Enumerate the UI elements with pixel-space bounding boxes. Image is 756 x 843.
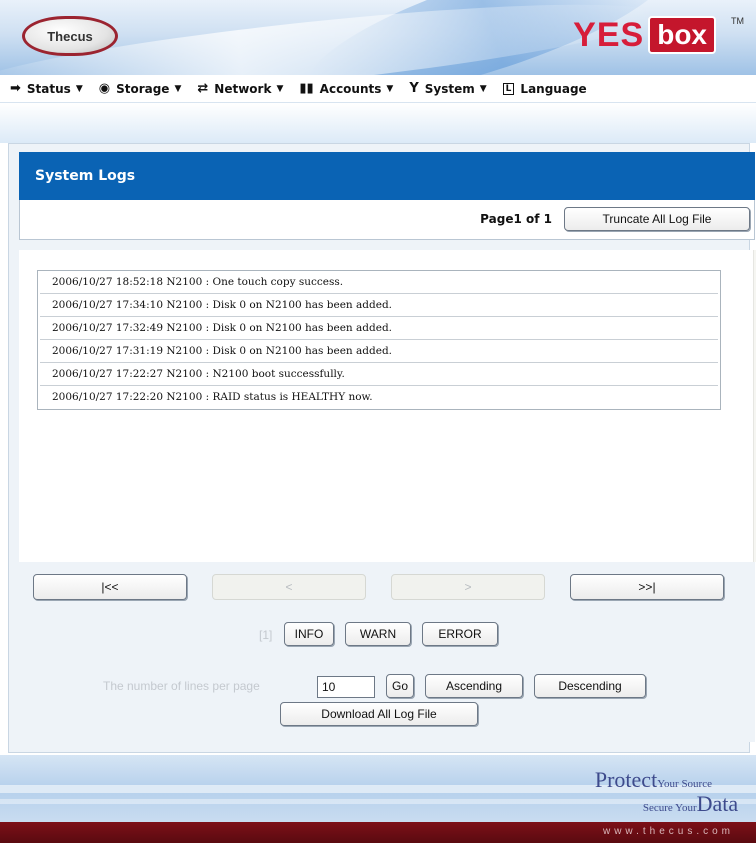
- trademark: TM: [731, 16, 744, 26]
- thecus-logo: Thecus: [22, 16, 118, 56]
- system-tools-icon: Y: [409, 81, 419, 96]
- brand-yes: YES: [573, 16, 645, 54]
- menu-system[interactable]: Y System ▼: [409, 81, 486, 96]
- go-button[interactable]: Go: [386, 674, 414, 698]
- log-row: 2006/10/27 17:32:49 N2100 : Disk 0 on N2…: [40, 317, 718, 340]
- last-page-button[interactable]: >>|: [570, 574, 724, 600]
- sub-toolbar: [0, 103, 756, 143]
- footer-tagline: ProtectYour Source Secure YourData: [594, 767, 738, 816]
- menu-language[interactable]: L Language: [502, 81, 587, 96]
- info-filter-button[interactable]: INFO: [284, 622, 334, 646]
- menu-storage-label: Storage: [116, 81, 170, 96]
- lines-per-page-label: The number of lines per page: [103, 679, 260, 693]
- log-navigation: |<< < > >>| [1] INFO WARN ERROR The numb…: [19, 562, 755, 742]
- log-scroll-area[interactable]: 2006/10/27 18:52:18 N2100 : One touch co…: [19, 250, 756, 562]
- caret-down-icon: ▼: [479, 83, 487, 94]
- menu-language-label: Language: [520, 81, 587, 96]
- log-row: 2006/10/27 17:22:20 N2100 : RAID status …: [52, 391, 373, 403]
- caret-down-icon: ▼: [386, 83, 394, 94]
- network-arrows-icon: ⇄: [197, 81, 209, 96]
- next-page-button[interactable]: >: [391, 574, 545, 600]
- status-arrow-icon: ➡: [10, 81, 21, 96]
- first-page-button[interactable]: |<<: [33, 574, 187, 600]
- log-row: 2006/10/27 18:52:18 N2100 : One touch co…: [40, 271, 718, 294]
- warn-filter-button[interactable]: WARN: [345, 622, 411, 646]
- ascending-button[interactable]: Ascending: [425, 674, 523, 698]
- accounts-people-icon: ▮▮: [299, 81, 314, 96]
- truncate-log-button[interactable]: Truncate All Log File: [564, 207, 750, 231]
- tagline-protect: Protect: [594, 767, 658, 792]
- menu-network-label: Network: [214, 81, 272, 96]
- website-url: www.thecus.com: [602, 826, 734, 837]
- storage-disc-icon: ◉: [98, 81, 111, 96]
- log-row: 2006/10/27 17:34:10 N2100 : Disk 0 on N2…: [40, 294, 718, 317]
- brand-box: box: [648, 16, 716, 54]
- descending-button[interactable]: Descending: [534, 674, 646, 698]
- menu-system-label: System: [424, 81, 475, 96]
- tagline-secure-your: Secure Your: [642, 802, 697, 814]
- page-index-link[interactable]: [1]: [259, 628, 272, 642]
- system-logs-panel: System Logs Page1 of 1 Truncate All Log …: [8, 143, 756, 753]
- tagline-line2: Secure YourData: [643, 791, 738, 817]
- menu-network[interactable]: ⇄ Network ▼: [197, 81, 283, 96]
- bottom-bar: www.thecus.com: [0, 822, 756, 843]
- caret-down-icon: ▼: [174, 83, 182, 94]
- yesbox-brand: YES box: [573, 16, 716, 54]
- log-row: 2006/10/27 17:22:27 N2100 : N2100 boot s…: [40, 363, 718, 386]
- menu-storage[interactable]: ◉ Storage ▼: [99, 81, 182, 96]
- page-title: System Logs: [19, 152, 755, 200]
- error-filter-button[interactable]: ERROR: [422, 622, 498, 646]
- pager-row: Page1 of 1 Truncate All Log File: [19, 200, 755, 240]
- logo-text: Thecus: [47, 28, 93, 44]
- menu-status-label: Status: [26, 81, 71, 96]
- menu-accounts-label: Accounts: [319, 81, 382, 96]
- prev-page-button[interactable]: <: [212, 574, 366, 600]
- main-menu: ➡ Status ▼ ◉ Storage ▼ ⇄ Network ▼ ▮▮ Ac…: [0, 75, 756, 103]
- menu-status[interactable]: ➡ Status ▼: [10, 81, 83, 96]
- language-icon: L: [502, 82, 515, 95]
- log-row: 2006/10/27 17:31:19 N2100 : Disk 0 on N2…: [40, 340, 718, 363]
- download-log-button[interactable]: Download All Log File: [280, 702, 478, 726]
- log-table: 2006/10/27 18:52:18 N2100 : One touch co…: [37, 270, 721, 410]
- page-indicator: Page1 of 1: [480, 212, 552, 226]
- caret-down-icon: ▼: [75, 83, 83, 94]
- footer-banner: ProtectYour Source Secure YourData: [0, 755, 756, 822]
- menu-accounts[interactable]: ▮▮ Accounts ▼: [299, 81, 393, 96]
- lines-per-page-input[interactable]: [317, 676, 375, 698]
- caret-down-icon: ▼: [276, 83, 284, 94]
- header-banner: Thecus YES box TM: [0, 0, 756, 75]
- tagline-your-source: Your Source: [657, 778, 712, 790]
- tagline-data: Data: [696, 791, 739, 816]
